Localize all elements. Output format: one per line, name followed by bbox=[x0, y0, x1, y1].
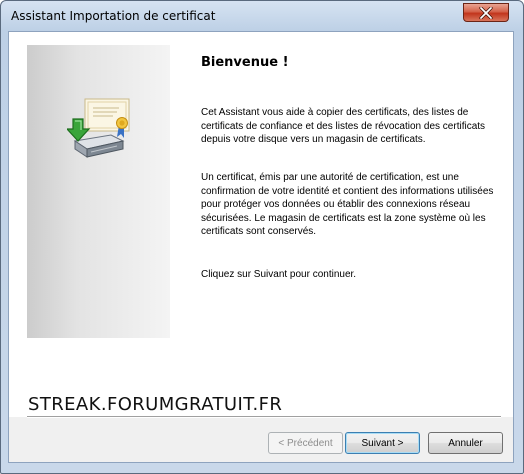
window-title: Assistant Importation de certificat bbox=[11, 9, 216, 23]
close-button[interactable] bbox=[463, 3, 509, 22]
cancel-button[interactable]: Annuler bbox=[428, 432, 503, 454]
wizard-window: Assistant Importation de certificat Bien… bbox=[0, 0, 524, 474]
certificate-import-icon bbox=[65, 97, 133, 167]
title-bar[interactable]: Assistant Importation de certificat bbox=[1, 1, 523, 31]
wizard-page: Bienvenue ! Cet Assistant vous aide à co… bbox=[9, 32, 513, 417]
wizard-side-banner bbox=[27, 45, 170, 338]
close-icon bbox=[464, 4, 508, 21]
continue-instruction: Cliquez sur Suivant pour continuer. bbox=[201, 269, 357, 280]
button-separator bbox=[27, 416, 501, 418]
certificate-explanation-paragraph: Un certificat, émis par une autorité de … bbox=[201, 172, 494, 238]
wizard-client-area: Bienvenue ! Cet Assistant vous aide à co… bbox=[8, 31, 514, 463]
intro-paragraph: Cet Assistant vous aide à copier des cer… bbox=[201, 107, 486, 146]
previous-button[interactable]: < Précédent bbox=[268, 432, 343, 454]
watermark-text: STREAK.FORUMGRATUIT.FR bbox=[28, 394, 283, 415]
next-button[interactable]: Suivant > bbox=[345, 432, 420, 454]
page-title: Bienvenue ! bbox=[201, 55, 289, 70]
